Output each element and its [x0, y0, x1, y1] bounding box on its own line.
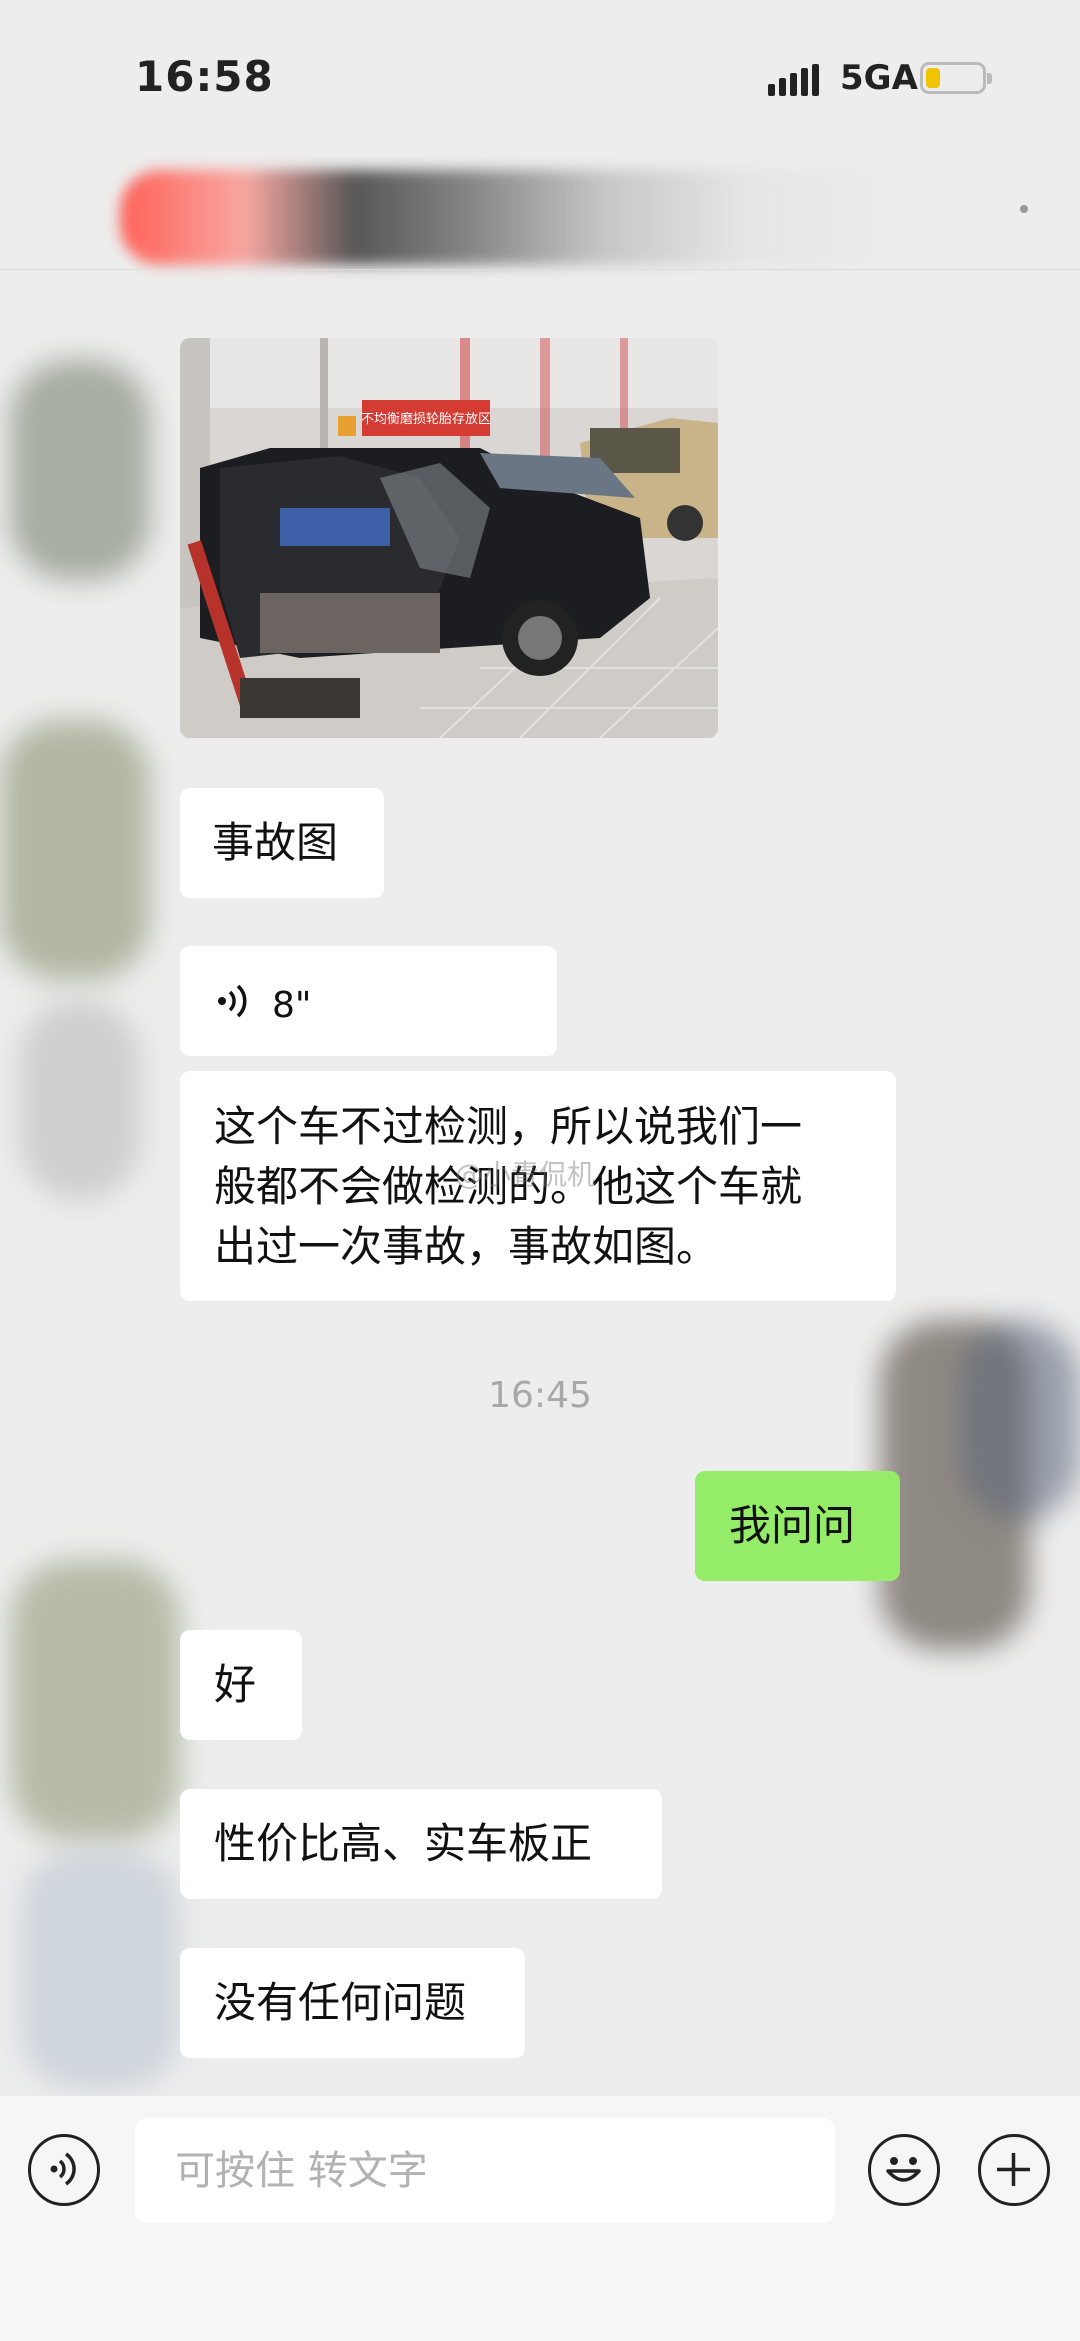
input-bar	[0, 2096, 1080, 2341]
voice-input-button[interactable]	[28, 2134, 100, 2206]
voice-message-bubble[interactable]: 8"	[180, 946, 557, 1056]
message-bubble-incoming[interactable]: 好	[180, 1630, 302, 1740]
message-text: 我问问	[729, 1501, 856, 1550]
avatar-redacted	[10, 360, 150, 580]
voice-wave-icon	[218, 984, 247, 1018]
network-type: 5GA	[840, 58, 918, 98]
accident-photo[interactable]: 不均衡磨损轮胎存放区	[180, 338, 718, 738]
avatar-redacted	[20, 1000, 140, 1200]
chat-header	[0, 150, 1080, 270]
more-actions-button[interactable]	[978, 2134, 1050, 2206]
plus-icon	[997, 2153, 1030, 2186]
message-text: 没有任何问题	[214, 1978, 467, 2027]
message-line: 这个车不过检测，所以说我们一	[214, 1102, 803, 1151]
message-text: 事故图	[212, 818, 339, 867]
watermark: @小青侃机	[455, 1158, 596, 1191]
status-bar: 16:58 5GA	[0, 0, 1080, 150]
avatar-redacted	[960, 1320, 1080, 1520]
photo-sign-text: 不均衡磨损轮胎存放区	[361, 412, 491, 427]
message-bubble-incoming[interactable]: 事故图	[180, 788, 384, 898]
voice-duration: 8"	[272, 985, 312, 1026]
message-bubble-incoming[interactable]: 性价比高、实车板正	[180, 1789, 662, 1899]
message-input[interactable]	[135, 2118, 835, 2223]
more-icon[interactable]	[1020, 205, 1028, 213]
chat-timestamp: 16:45	[488, 1375, 592, 1416]
voice-icon	[50, 2152, 76, 2186]
message-line: 出过一次事故，事故如图。	[214, 1222, 719, 1271]
avatar-redacted	[10, 1560, 180, 1840]
avatar-redacted	[0, 720, 150, 980]
accident-photo-graphic: 不均衡磨损轮胎存放区	[180, 338, 718, 738]
emoji-button[interactable]	[868, 2134, 940, 2206]
avatar-redacted	[20, 1850, 180, 2090]
status-time: 16:58	[135, 52, 274, 101]
message-text: 性价比高、实车板正	[214, 1819, 593, 1868]
message-bubble-incoming[interactable]: 没有任何问题	[180, 1948, 525, 2058]
emoji-icon	[886, 2157, 921, 2182]
message-text: 好	[214, 1660, 257, 1709]
message-bubble-outgoing[interactable]: 我问问	[695, 1471, 900, 1581]
signal-icon	[768, 64, 819, 96]
contact-name-redacted	[120, 170, 900, 265]
battery-icon	[920, 62, 992, 94]
